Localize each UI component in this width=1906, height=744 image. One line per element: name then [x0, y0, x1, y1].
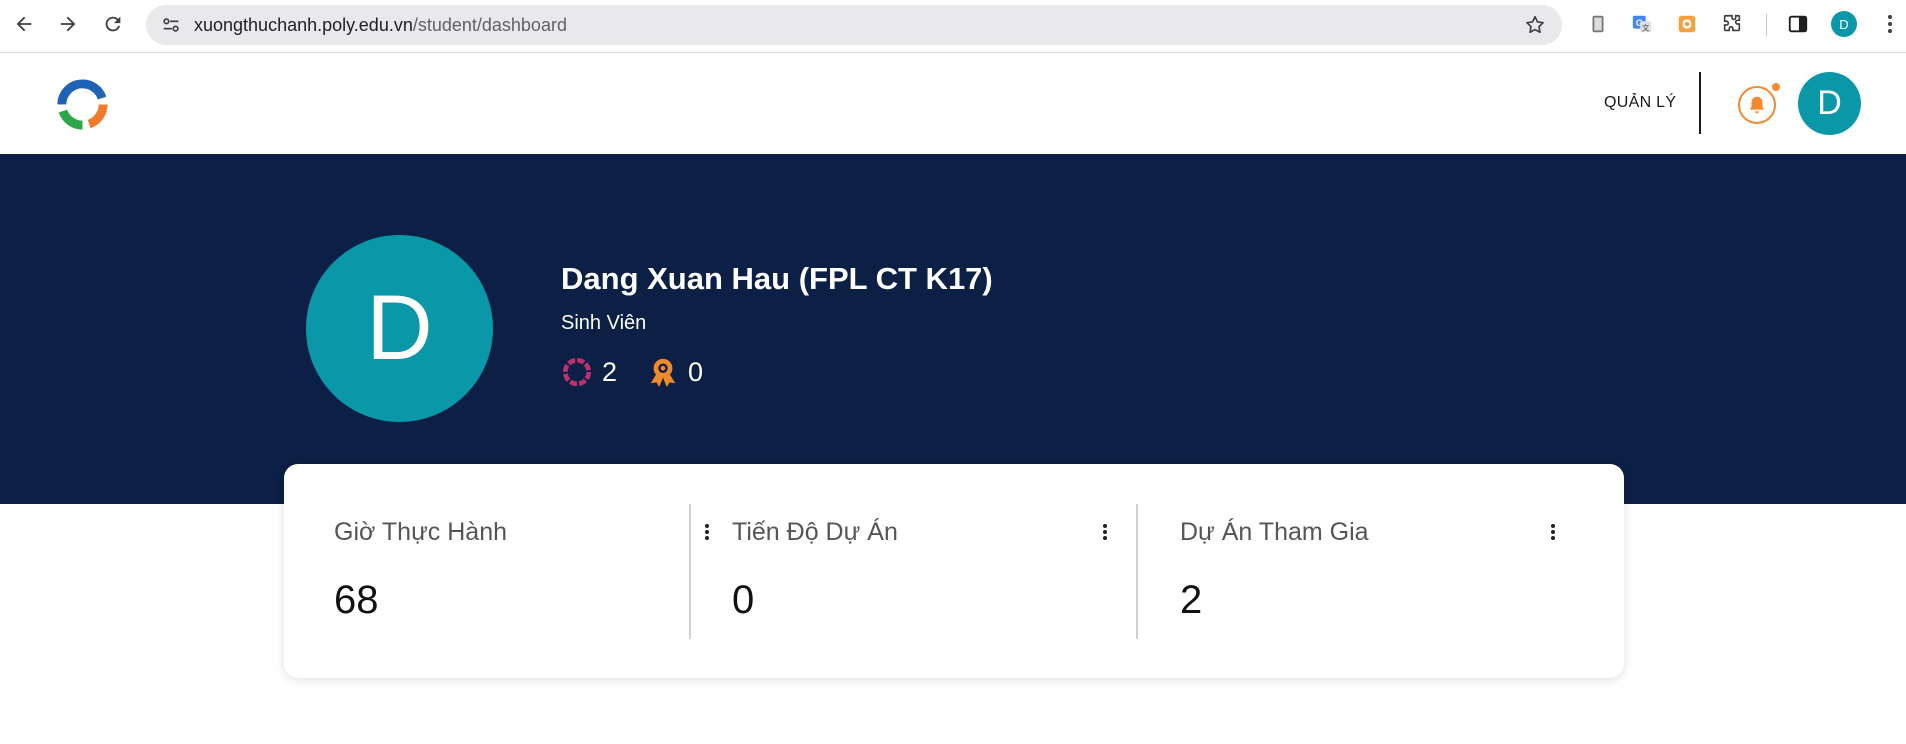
stats-card: Giờ Thực Hành 68 Tiến Độ Dự Án 0 Dự Án T…: [284, 464, 1624, 678]
profile-avatar: D: [306, 235, 493, 422]
stat-projects-joined: Dự Án Tham Gia 2: [1130, 504, 1577, 639]
projects-ring-icon: [562, 357, 592, 387]
notification-badge: [1772, 83, 1780, 91]
stat-value: 68: [334, 578, 379, 622]
student-name: Dang Xuan Hau (FPL CT K17): [561, 261, 993, 296]
manage-menu-link[interactable]: QUẢN LÝ: [1604, 94, 1676, 112]
stat-value: 2: [1180, 578, 1203, 622]
stat-project-progress: Tiến Độ Dự Án 0: [682, 504, 1129, 639]
awards-count: 0: [688, 356, 704, 387]
reload-button[interactable]: [98, 9, 128, 39]
reload-icon: [105, 16, 121, 32]
projects-count: 2: [602, 356, 618, 387]
stat-label: Giờ Thực Hành: [334, 518, 508, 546]
url-path: /student/dashboard: [412, 15, 567, 35]
url-text: xuongthuchanh.poly.edu.vn/student/dashbo…: [194, 15, 567, 36]
student-role: Sinh Viên: [561, 312, 647, 334]
profile-stats: 2 0: [561, 354, 703, 390]
award-ribbon-icon: [650, 358, 676, 388]
more-options-icon[interactable]: [1547, 522, 1559, 542]
google-translate-icon[interactable]: G文: [1630, 12, 1654, 36]
browser-profile-avatar[interactable]: D: [1831, 11, 1857, 37]
user-avatar[interactable]: D: [1798, 72, 1861, 135]
address-bar[interactable]: xuongthuchanh.poly.edu.vn/student/dashbo…: [146, 5, 1562, 45]
browser-menu-icon[interactable]: [1880, 12, 1900, 36]
bell-icon: [1749, 96, 1765, 114]
stat-value: 0: [732, 578, 755, 622]
toolbar-divider: [1766, 14, 1767, 36]
stat-label: Tiến Độ Dự Án: [732, 518, 898, 546]
extension-phone-icon[interactable]: [1586, 12, 1610, 36]
notifications-button[interactable]: [1738, 86, 1776, 124]
forward-button[interactable]: [53, 9, 83, 39]
extensions-puzzle-icon[interactable]: [1720, 12, 1744, 36]
app-header: QUẢN LÝ D: [0, 54, 1906, 154]
profile-banner: D Dang Xuan Hau (FPL CT K17) Sinh Viên 2…: [0, 154, 1906, 504]
svg-text:文: 文: [1642, 23, 1650, 32]
site-settings-icon[interactable]: [160, 14, 182, 36]
arrow-left-icon: [16, 16, 32, 32]
extension-camera-icon[interactable]: [1675, 12, 1699, 36]
bookmark-star-icon[interactable]: [1524, 14, 1546, 36]
back-button[interactable]: [9, 9, 39, 39]
stat-practice-hours: Giờ Thực Hành 68: [284, 504, 731, 639]
side-panel-icon[interactable]: [1786, 12, 1810, 36]
url-host: xuongthuchanh.poly.edu.vn: [194, 15, 413, 35]
stat-label: Dự Án Tham Gia: [1180, 518, 1369, 546]
header-divider: [1699, 72, 1701, 134]
browser-toolbar: xuongthuchanh.poly.edu.vn/student/dashbo…: [0, 0, 1906, 53]
more-options-icon[interactable]: [1099, 522, 1111, 542]
app-logo[interactable]: [55, 77, 110, 132]
arrow-right-icon: [60, 16, 76, 32]
